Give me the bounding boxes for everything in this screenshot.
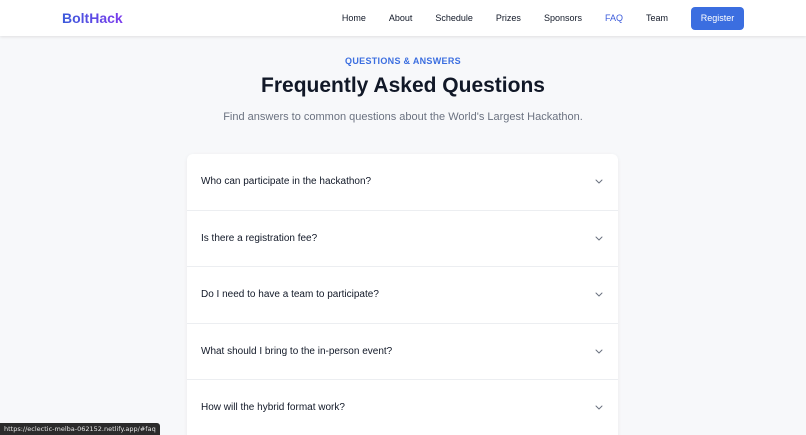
chevron-down-icon[interactable] [594, 403, 604, 413]
faq-list: Who can participate in the hackathon? Is… [187, 154, 618, 435]
faq-item[interactable]: What should I bring to the in-person eve… [187, 324, 618, 380]
faq-question: How will the hybrid format work? [201, 402, 345, 414]
chevron-down-icon[interactable] [594, 346, 604, 356]
page-subtitle: Find answers to common questions about t… [223, 111, 583, 123]
faq-question: Is there a registration fee? [201, 232, 318, 244]
page-title: Frequently Asked Questions [261, 74, 545, 97]
navbar: BoltHack Home About Schedule Prizes Spon… [0, 0, 806, 36]
register-button[interactable]: Register [691, 6, 744, 30]
faq-header: QUESTIONS & ANSWERS Frequently Asked Que… [0, 36, 806, 123]
nav-link-prizes[interactable]: Prizes [496, 13, 521, 23]
nav-link-team[interactable]: Team [646, 13, 668, 23]
faq-item[interactable]: How will the hybrid format work? [187, 380, 618, 435]
faq-question: Do I need to have a team to participate? [201, 289, 379, 301]
faq-item[interactable]: Is there a registration fee? [187, 211, 618, 267]
link-status-bar: https://eclectic-melba-062152.netlify.ap… [0, 423, 160, 435]
chevron-down-icon[interactable] [594, 290, 604, 300]
section-eyebrow: QUESTIONS & ANSWERS [345, 56, 461, 66]
nav-link-faq[interactable]: FAQ [605, 13, 623, 23]
faq-item[interactable]: Who can participate in the hackathon? [187, 154, 618, 211]
chevron-down-icon[interactable] [594, 177, 604, 187]
nav-link-home[interactable]: Home [342, 13, 366, 23]
faq-item[interactable]: Do I need to have a team to participate? [187, 267, 618, 324]
nav-link-schedule[interactable]: Schedule [435, 13, 473, 23]
faq-question: What should I bring to the in-person eve… [201, 345, 393, 357]
nav-link-sponsors[interactable]: Sponsors [544, 13, 582, 23]
chevron-down-icon[interactable] [594, 233, 604, 243]
nav-links: Home About Schedule Prizes Sponsors FAQ … [319, 6, 744, 30]
faq-question: Who can participate in the hackathon? [201, 176, 372, 188]
nav-link-about[interactable]: About [389, 13, 413, 23]
logo[interactable]: BoltHack [62, 10, 123, 26]
